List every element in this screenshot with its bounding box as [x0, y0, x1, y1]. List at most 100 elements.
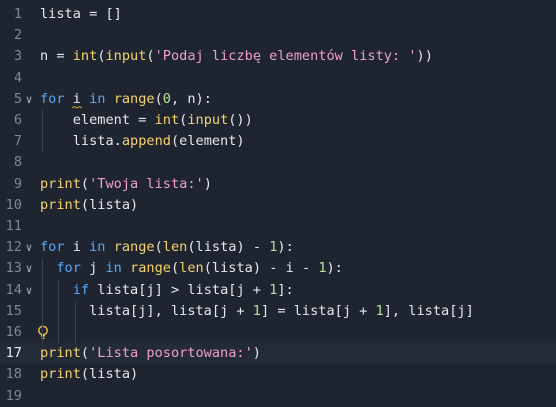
- code-token: len: [179, 260, 204, 277]
- code-token: )): [416, 48, 433, 65]
- code-token: lista[j] > lista[j +: [89, 281, 270, 298]
- line-number: 6: [13, 112, 22, 128]
- line-number: 9: [13, 175, 22, 192]
- code-token: in: [89, 239, 106, 256]
- code-token: lista = []: [40, 6, 122, 22]
- line-number: 2: [13, 27, 22, 44]
- line-number: 18: [5, 366, 22, 383]
- code-token: 'Podaj liczbę elementów listy: ': [154, 48, 417, 65]
- code-token: in: [105, 260, 122, 277]
- code-token: (: [170, 260, 180, 277]
- line-number: 15: [5, 302, 22, 319]
- code-token: (: [80, 345, 90, 362]
- code-token: ): [252, 345, 261, 362]
- line-number: 8: [13, 154, 22, 171]
- chevron-down-icon[interactable]: ∨: [23, 280, 35, 301]
- code-token: (element): [170, 133, 245, 150]
- code-line[interactable]: 17 print('Lista posortowana:'): [0, 343, 556, 365]
- code-token: (lista): [80, 196, 139, 213]
- code-token: lista[j], lista[j +: [40, 302, 253, 319]
- code-line[interactable]: 1 lista = []: [0, 4, 556, 25]
- code-token: , n):: [170, 90, 212, 107]
- indent-guide: [42, 258, 43, 344]
- code-token: (: [80, 175, 90, 192]
- chevron-down-icon[interactable]: ∨: [23, 237, 35, 258]
- code-token: 1: [318, 260, 327, 277]
- code-token: n =: [40, 48, 73, 65]
- chevron-down-icon[interactable]: ∨: [23, 258, 35, 279]
- code-line[interactable]: 12 ∨ for i in range(len(lista) - 1):: [0, 237, 556, 258]
- code-line[interactable]: 4: [0, 68, 556, 89]
- line-number: 14: [5, 281, 22, 298]
- code-token: ]:: [277, 281, 294, 298]
- code-token: (lista) - i -: [203, 260, 319, 277]
- code-token: input: [187, 112, 229, 128]
- code-text: lista.append(element): [40, 131, 245, 152]
- code-line[interactable]: 16: [0, 322, 556, 343]
- code-line[interactable]: 3n = int(input('Podaj liczbę elementów l…: [0, 46, 556, 67]
- code-token: i: [64, 90, 90, 107]
- code-token: ):: [326, 260, 343, 277]
- code-line[interactable]: 19: [0, 386, 556, 407]
- chevron-down-icon[interactable]: ∨: [23, 89, 35, 110]
- line-number: 16: [5, 324, 22, 340]
- code-token: ], lista[j]: [383, 302, 474, 319]
- code-token: int: [72, 48, 98, 65]
- code-token: i: [64, 239, 90, 256]
- code-line[interactable]: 14 ∨ if lista[j] > lista[j + 1]:: [0, 280, 556, 301]
- line-number: 11: [5, 218, 22, 234]
- code-token: range: [113, 90, 155, 107]
- code-token: j: [80, 260, 106, 277]
- code-token: lista.: [40, 133, 122, 150]
- code-line[interactable]: 6 element = int(input()): [0, 110, 556, 131]
- code-token: 1: [252, 302, 261, 319]
- code-line[interactable]: 7 lista.append(element): [0, 131, 556, 152]
- code-token: print: [40, 366, 81, 383]
- code-token: ()): [228, 112, 253, 128]
- code-line[interactable]: 18 print(lista): [0, 364, 556, 385]
- line-number: 17: [5, 345, 22, 362]
- code-token: 'Twoja lista:': [89, 175, 204, 192]
- code-token: len: [162, 239, 188, 256]
- line-number: 7: [13, 133, 22, 150]
- line-number: 13: [5, 260, 22, 277]
- code-token: (: [154, 90, 163, 107]
- warning-squiggle: [71, 105, 82, 109]
- code-line[interactable]: 8: [0, 152, 556, 173]
- code-line[interactable]: 9 print('Twoja lista:'): [0, 174, 556, 195]
- code-line[interactable]: 5 ∨ for i in range(0, n):: [0, 89, 556, 110]
- code-token: (: [146, 48, 155, 65]
- code-text: if lista[j] > lista[j + 1]:: [40, 280, 294, 301]
- code-token: 0: [162, 90, 171, 107]
- code-token: (: [97, 48, 106, 65]
- code-token: (lista) -: [187, 239, 270, 256]
- code-token: (: [154, 239, 163, 256]
- code-text: print('Twoja lista:'): [40, 174, 212, 195]
- code-token: element =: [40, 112, 155, 128]
- code-editor[interactable]: 1 lista = [] 2 3 n = int(input('Podaj liczbę…: [0, 0, 556, 405]
- code-token: ): [203, 175, 212, 192]
- code-text: element = int(input()): [40, 110, 253, 131]
- code-token: for: [40, 239, 65, 256]
- code-text: print(lista): [40, 195, 138, 216]
- indent-guide: [74, 300, 76, 344]
- code-line[interactable]: 10 print(lista): [0, 195, 556, 216]
- code-token: ] = lista[j +: [260, 302, 376, 319]
- code-token: int: [154, 112, 180, 128]
- code-line[interactable]: 13 ∨ for j in range(len(lista) - i - 1):: [0, 258, 556, 279]
- code-line[interactable]: 15 lista[j], lista[j + 1] = lista[j + 1]…: [0, 301, 556, 322]
- code-text: lista[j], lista[j + 1] = lista[j + 1], l…: [40, 301, 474, 322]
- code-text: print('Lista posortowana:'): [40, 343, 261, 364]
- code-token: 'Lista posortowana:': [89, 345, 253, 362]
- line-number: 3: [13, 48, 22, 65]
- code-token: range: [130, 260, 171, 277]
- code-token: (lista): [80, 366, 139, 383]
- code-line[interactable]: 11: [0, 216, 556, 237]
- code-text: for j in range(len(lista) - i - 1):: [40, 258, 343, 279]
- lightbulb-icon[interactable]: [37, 325, 49, 341]
- code-line[interactable]: 2: [0, 25, 556, 46]
- code-token: for: [40, 90, 65, 107]
